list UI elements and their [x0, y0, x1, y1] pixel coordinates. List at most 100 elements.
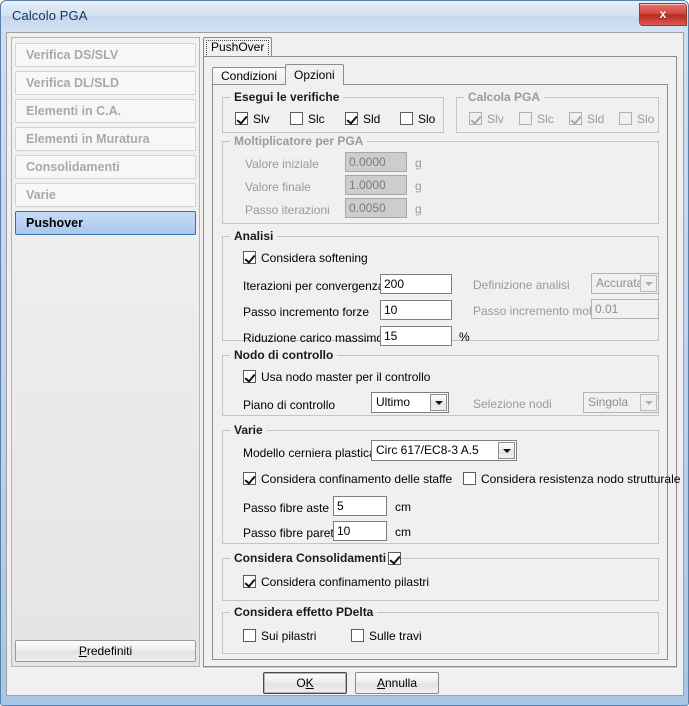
checkbox-box — [235, 112, 248, 125]
ok-button-label: OK — [296, 676, 314, 690]
outer-tab-body: Condizioni Opzioni Esegui le verifiche S… — [203, 56, 680, 667]
group-calcola-pga: Calcola PGA Slv Slc Sld Slo — [456, 90, 659, 133]
input-passo-fibre-pareti[interactable]: 10 — [333, 521, 387, 541]
checkbox-sui-pilastri[interactable]: Sui pilastri — [243, 629, 316, 643]
divider — [203, 667, 677, 669]
group-varie-legend: Varie — [230, 423, 267, 437]
right-panel: PushOver Condizioni Opzioni Esegui le ve… — [203, 37, 680, 667]
checkbox-box — [463, 472, 476, 485]
combo-piano-di-controllo[interactable]: Ultimo — [371, 392, 449, 413]
checkbox-esegui-slv[interactable]: Slv — [235, 112, 270, 126]
checkbox-box — [400, 112, 413, 125]
group-esegui-le-verifiche: Esegui le verifiche Slv Slc Sld Slo — [222, 90, 444, 133]
sidebar-item-elementi-in-ca[interactable]: Elementi in C.A. — [15, 99, 196, 123]
group-analisi-legend: Analisi — [230, 229, 278, 243]
defaults-button[interactable]: Predefiniti — [15, 640, 196, 662]
input-passo-incremento-forze[interactable]: 10 — [380, 300, 452, 320]
unit-passo-fibre-pareti: cm — [395, 525, 411, 539]
checkbox-considera-consolidamenti[interactable] — [388, 552, 402, 566]
focus-rectangle — [206, 40, 270, 57]
checkbox-calcola-slc: Slc — [519, 112, 554, 126]
group-analisi: Analisi Considera softening Iterazioni p… — [222, 229, 659, 346]
sidebar-item-verifica-dl-sld[interactable]: Verifica DL/SLD — [15, 71, 196, 95]
checkbox-box — [388, 552, 402, 565]
checkbox-box — [351, 629, 364, 642]
checkbox-calcola-slo: Slo — [619, 112, 654, 126]
sidebar-item-elementi-in-muratura[interactable]: Elementi in Muratura — [15, 127, 196, 151]
checkbox-label: Sui pilastri — [261, 629, 317, 643]
checkbox-label: Usa nodo master per il controllo — [261, 370, 431, 384]
checkbox-label: Slo — [637, 112, 655, 126]
checkbox-label: Sulle travi — [369, 629, 422, 643]
group-varie: Varie Modello cerniera plastica Circ 617… — [222, 423, 680, 544]
combo-selezione-nodi: Singola — [583, 392, 659, 413]
input-passo-incremento-molt: 0.01 — [591, 299, 659, 319]
cancel-button-label: Annulla — [376, 676, 418, 690]
sidebar-item-consolidamenti[interactable]: Consolidamenti — [15, 155, 196, 179]
checkbox-considera-softening[interactable]: Considera softening — [243, 251, 368, 265]
window-title: Calcolo PGA — [12, 8, 88, 23]
group-consolidamenti-legend-text: Considera Consolidamenti — [234, 551, 387, 565]
inner-tabstrip: Condizioni Opzioni — [212, 64, 668, 85]
label-valore-iniziale: Valore iniziale — [245, 157, 319, 171]
checkbox-label: Considera confinamento pilastri — [261, 575, 430, 589]
group-calcola-pga-legend: Calcola PGA — [464, 90, 545, 104]
input-passo-fibre-aste[interactable]: 5 — [333, 496, 387, 516]
combo-value: Ultimo — [376, 395, 411, 409]
checkbox-considera-confinamento-pilastri[interactable]: Considera confinamento pilastri — [243, 575, 429, 589]
title-bar[interactable]: Calcolo PGA x — [1, 1, 688, 32]
checkbox-esegui-sld[interactable]: Sld — [345, 112, 380, 126]
chevron-down-icon[interactable] — [430, 394, 447, 411]
label-passo-incremento-molt: Passo incremento molt. — [473, 304, 599, 318]
combo-modello-cerniera-plastica[interactable]: Circ 617/EC8-3 A.5 — [371, 440, 517, 461]
checkbox-label: Considera confinamento delle staffe — [261, 472, 453, 486]
combo-value: Singola — [588, 395, 629, 409]
checkbox-label: Sld — [587, 112, 605, 126]
checkbox-label: Slv — [253, 112, 270, 126]
group-consolidamenti-legend: Considera Consolidamenti — [230, 551, 402, 566]
inner-tab-body: Esegui le verifiche Slv Slc Sld Slo Calc… — [212, 84, 680, 660]
checkbox-sulle-travi[interactable]: Sulle travi — [351, 629, 422, 643]
group-esegui-legend: Esegui le verifiche — [230, 90, 344, 104]
checkbox-considera-confinamento-staffe[interactable]: Considera confinamento delle staffe — [243, 472, 452, 486]
sidebar-item-varie[interactable]: Varie — [15, 183, 196, 207]
chevron-down-icon[interactable] — [498, 442, 515, 459]
input-iterazioni-convergenza[interactable]: 200 — [380, 274, 452, 294]
tab-pushover[interactable]: PushOver — [203, 37, 273, 57]
ok-button[interactable]: OK — [263, 672, 347, 694]
close-icon: x — [659, 7, 667, 21]
input-riduzione-carico-massimo[interactable]: 15 — [380, 326, 452, 346]
checkbox-box — [243, 575, 256, 588]
tab-condizioni[interactable]: Condizioni — [212, 67, 287, 85]
checkbox-box — [569, 112, 582, 125]
unit-riduzione-carico-massimo: % — [459, 330, 470, 344]
group-considera-effetto-pdelta: Considera effetto PDelta Sui pilastri Su… — [222, 605, 659, 654]
sidebar-item-pushover[interactable]: Pushover — [15, 211, 196, 235]
checkbox-box — [243, 251, 256, 264]
combo-definizione-analisi: Accurata — [591, 273, 659, 294]
combo-value: Accurata — [596, 276, 644, 290]
checkbox-usa-nodo-master[interactable]: Usa nodo master per il controllo — [243, 370, 430, 384]
chevron-down-icon — [640, 275, 657, 292]
close-button[interactable]: x — [639, 3, 687, 26]
checkbox-esegui-slo[interactable]: Slo — [400, 112, 435, 126]
checkbox-box — [345, 112, 358, 125]
input-valore-iniziale: 0.0000 — [345, 152, 407, 172]
label-definizione-analisi: Definizione analisi — [473, 278, 570, 292]
tab-opzioni[interactable]: Opzioni — [285, 64, 344, 85]
checkbox-considera-resistenza-nodo[interactable]: Considera resistenza nodo strutturale — [463, 472, 680, 486]
checkbox-label: Slo — [418, 112, 436, 126]
label-passo-fibre-aste: Passo fibre aste — [243, 501, 330, 515]
cancel-button[interactable]: Annulla — [355, 672, 439, 694]
group-considera-consolidamenti: Considera Consolidamenti Considera confi… — [222, 551, 659, 601]
input-valore-finale: 1.0000 — [345, 175, 407, 195]
checkbox-box — [469, 112, 482, 125]
label-passo-incremento-forze: Passo incremento forze — [243, 305, 370, 319]
dialog-client-area: Verifica DS/SLV Verifica DL/SLD Elementi… — [6, 32, 684, 696]
checkbox-label: Slv — [487, 112, 504, 126]
checkbox-label: Considera softening — [261, 251, 368, 265]
checkbox-esegui-slc[interactable]: Slc — [290, 112, 325, 126]
combo-value: Circ 617/EC8-3 A.5 — [376, 443, 479, 457]
sidebar-item-verifica-ds-slv[interactable]: Verifica DS/SLV — [15, 43, 196, 67]
label-modello-cerniera-plastica: Modello cerniera plastica — [243, 446, 376, 460]
